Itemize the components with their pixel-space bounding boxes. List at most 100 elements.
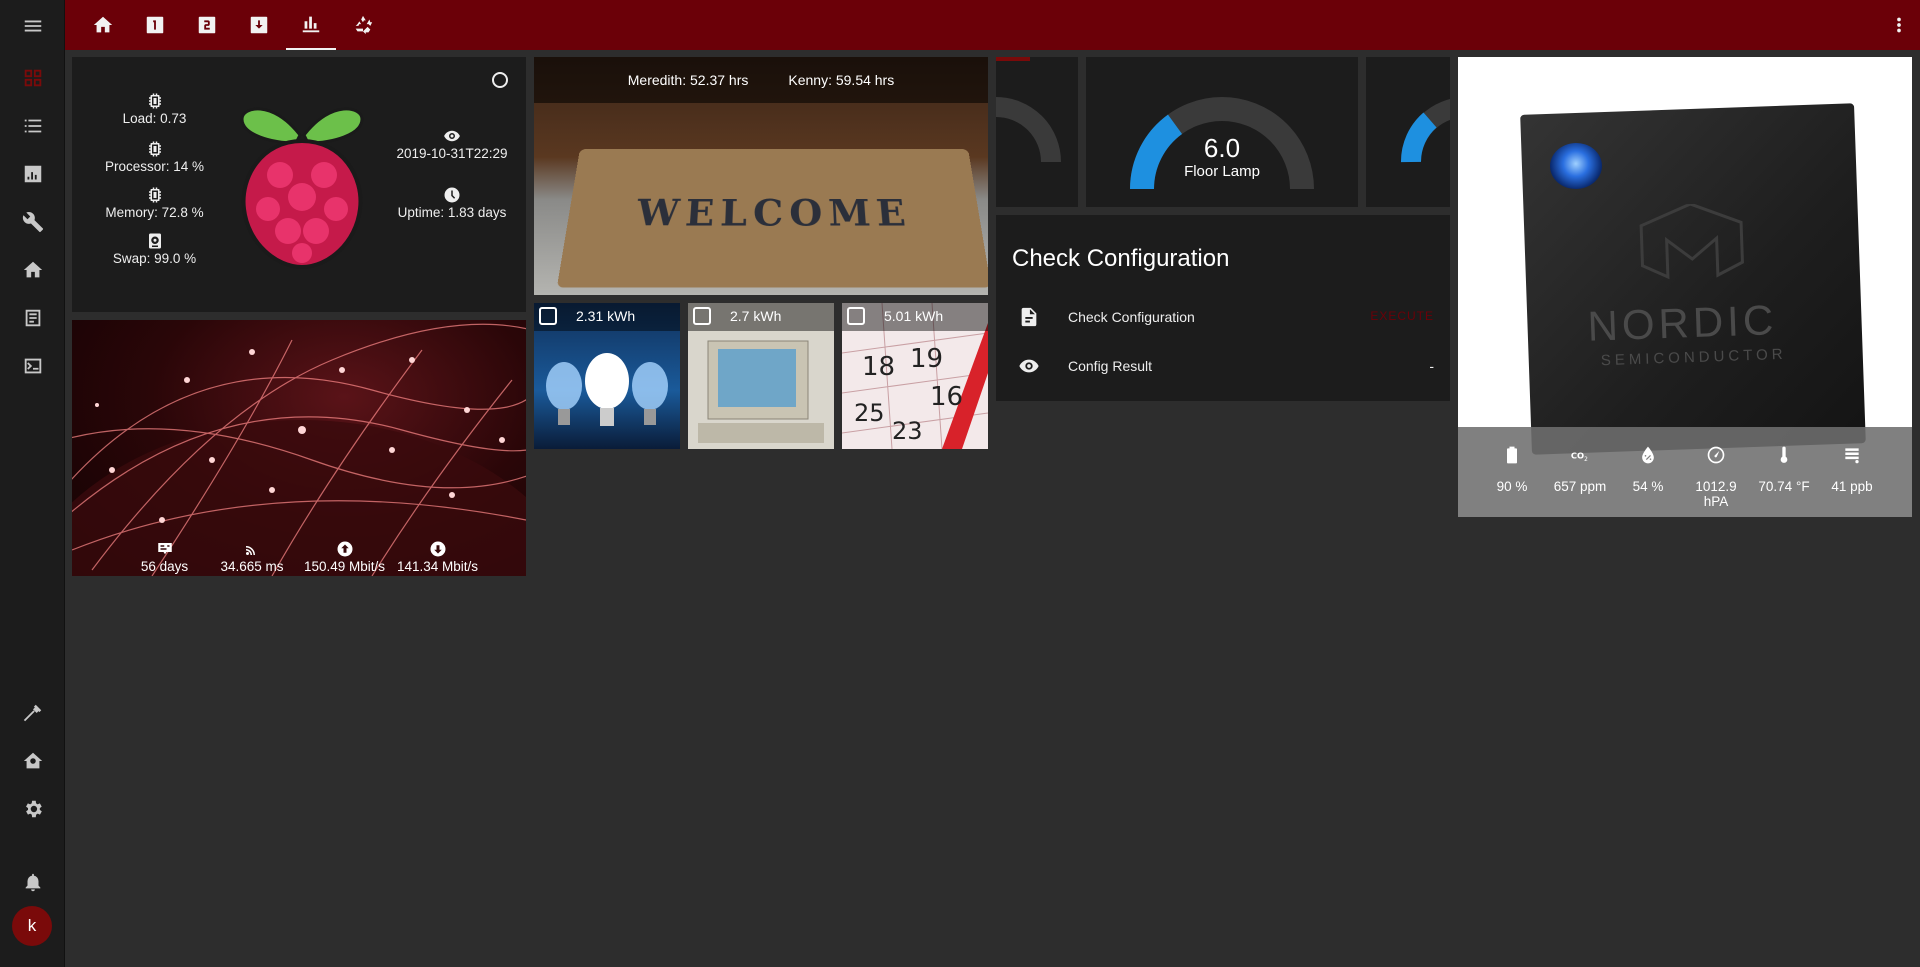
menu-toggle[interactable] bbox=[0, 6, 65, 46]
rpi-processor: Processor: 14 % bbox=[82, 140, 227, 174]
thermometer-icon bbox=[1780, 446, 1788, 463]
svg-text:18: 18 bbox=[862, 352, 895, 382]
network-card[interactable]: 56 days 34.665 ms 150.49 Mbit/s 141.34 M… bbox=[72, 320, 526, 576]
bar-chart-icon bbox=[302, 16, 320, 33]
nordic-brand-text: NORDIC bbox=[1586, 296, 1778, 350]
sidebar-item-logbook[interactable] bbox=[0, 106, 65, 146]
led-graphic bbox=[1549, 142, 1603, 190]
floor-lamp-gauge-card[interactable]: 6.0 Floor Lamp bbox=[1086, 57, 1358, 207]
gauge-card-right-partial[interactable] bbox=[1366, 57, 1450, 207]
presence-hours: Meredith: 52.37 hrs Kenny: 59.54 hrs bbox=[534, 57, 988, 103]
check-configuration-row: Check Configuration EXECUTE bbox=[996, 297, 1450, 337]
home-icon bbox=[23, 261, 42, 278]
rpi-load: Load: 0.73 bbox=[82, 92, 227, 126]
sensor-temperature: 70.74 °F bbox=[1750, 445, 1818, 494]
welcome-card[interactable]: WELCOME Meredith: 52.37 hrs Kenny: 59.54… bbox=[534, 57, 988, 295]
sidebar-item-history[interactable] bbox=[0, 154, 65, 194]
rpi-swap: Swap: 99.0 % bbox=[82, 232, 227, 266]
raspberry-pi-card[interactable]: Load: 0.73 Processor: 14 % Memory: 72.8 … bbox=[72, 57, 526, 312]
tab-download[interactable] bbox=[234, 0, 284, 50]
sidebar-item-logs[interactable] bbox=[0, 298, 65, 338]
terminal-icon bbox=[24, 358, 41, 374]
nordic-thingy-card[interactable]: NORDIC SEMICONDUCTOR 90 % CO 2 657 ppm 54… bbox=[1458, 57, 1912, 517]
battery-icon bbox=[1507, 446, 1517, 464]
harddisk-icon bbox=[148, 233, 161, 249]
sidebar-item-settings[interactable] bbox=[0, 789, 65, 829]
sidebar: k bbox=[0, 0, 65, 967]
sidebar-item-notifications[interactable] bbox=[0, 862, 65, 902]
bell-icon bbox=[25, 873, 40, 892]
card-title: Check Configuration bbox=[1012, 245, 1230, 272]
net-download: 141.34 Mbit/s bbox=[390, 540, 485, 574]
numeric-2-box-icon bbox=[198, 16, 216, 34]
air-filter-icon bbox=[1845, 448, 1859, 464]
sensor-battery: 90 % bbox=[1478, 445, 1546, 494]
download-icon bbox=[430, 541, 445, 557]
nordic-device-image: NORDIC SEMICONDUCTOR bbox=[1458, 57, 1912, 455]
sidebar-item-terminal[interactable] bbox=[0, 346, 65, 386]
tab-1[interactable] bbox=[130, 0, 180, 50]
net-uptime: 56 days bbox=[127, 540, 202, 574]
file-document-icon bbox=[1021, 307, 1037, 327]
config-result-row[interactable]: Config Result - bbox=[996, 346, 1450, 386]
eye-icon bbox=[444, 130, 460, 142]
lightbulbs-graphic bbox=[546, 353, 668, 426]
recycle-icon bbox=[355, 15, 373, 35]
cpu-icon bbox=[148, 141, 161, 157]
sensor-strip: 90 % CO 2 657 ppm 54 % 1012.9 hPA 70.74 °… bbox=[1458, 427, 1912, 517]
nordic-logo-graphic bbox=[1639, 202, 1744, 280]
sidebar-item-hacs[interactable] bbox=[0, 741, 65, 781]
gauge-arc-left bbox=[996, 97, 1061, 163]
list-icon bbox=[24, 119, 41, 133]
meredith-hours: Meredith: 52.37 hrs bbox=[627, 72, 749, 88]
svg-text:23: 23 bbox=[892, 417, 923, 445]
tab-recycle[interactable] bbox=[338, 0, 388, 50]
energy-tile-1[interactable]: 2.31 kWh bbox=[534, 303, 680, 449]
computer-graphic bbox=[698, 340, 824, 443]
gear-icon bbox=[25, 800, 42, 818]
rpi-uptime: Uptime: 1.83 days bbox=[382, 186, 522, 220]
tab-2[interactable] bbox=[182, 0, 232, 50]
avatar[interactable]: k bbox=[12, 906, 52, 946]
sidebar-item-home[interactable] bbox=[0, 250, 65, 290]
gauge-name: Floor Lamp bbox=[1184, 163, 1260, 180]
tab-home[interactable] bbox=[78, 0, 128, 50]
upload-icon bbox=[337, 541, 352, 557]
power-plug-icon bbox=[847, 307, 865, 325]
wrench-icon bbox=[22, 212, 43, 233]
sidebar-item-overview[interactable] bbox=[0, 58, 65, 98]
gauge-icon bbox=[1707, 446, 1725, 464]
sensor-tvoc: 41 ppb bbox=[1818, 445, 1886, 494]
sidebar-item-config[interactable] bbox=[0, 202, 65, 242]
logbook-icon bbox=[25, 309, 40, 327]
home-icon bbox=[93, 16, 113, 33]
net-ping: 34.665 ms bbox=[212, 540, 292, 574]
clock-icon bbox=[444, 187, 460, 203]
gauge-card-left-partial[interactable] bbox=[996, 57, 1078, 207]
menu-icon bbox=[24, 20, 41, 32]
sensor-co2: CO 2 657 ppm bbox=[1546, 445, 1614, 494]
energy-tile-header: 2.7 kWh bbox=[688, 303, 834, 331]
execute-button[interactable]: EXECUTE bbox=[1370, 309, 1434, 323]
check-configuration-card: Check Configuration Check Configuration … bbox=[996, 215, 1450, 401]
chart-icon bbox=[24, 165, 41, 183]
energy-tile-3[interactable]: 18 19 16 25 23 5.01 kWh bbox=[842, 303, 988, 449]
tab-statistics[interactable] bbox=[286, 0, 336, 50]
sidebar-item-developer-tools[interactable] bbox=[0, 693, 65, 733]
energy-tile-header: 5.01 kWh bbox=[842, 303, 988, 331]
status-indicator-icon[interactable] bbox=[492, 72, 508, 88]
power-plug-icon bbox=[539, 307, 557, 325]
gauge-accent-bar bbox=[996, 57, 1030, 61]
grid-icon bbox=[24, 69, 41, 87]
svg-text:25: 25 bbox=[854, 399, 885, 427]
kenny-hours: Kenny: 59.54 hrs bbox=[788, 72, 895, 88]
dots-vertical-icon bbox=[1897, 17, 1901, 33]
energy-tile-2[interactable]: 2.7 kWh bbox=[688, 303, 834, 449]
signal-icon bbox=[246, 546, 255, 555]
svg-text:19: 19 bbox=[910, 344, 943, 374]
molecule-co2-icon: CO 2 bbox=[1571, 450, 1588, 463]
numeric-1-box-icon bbox=[146, 16, 164, 34]
semiconductor-text: SEMICONDUCTOR bbox=[1600, 345, 1787, 370]
raspberry-pi-logo bbox=[240, 107, 364, 270]
more-menu-button[interactable] bbox=[1886, 12, 1912, 38]
